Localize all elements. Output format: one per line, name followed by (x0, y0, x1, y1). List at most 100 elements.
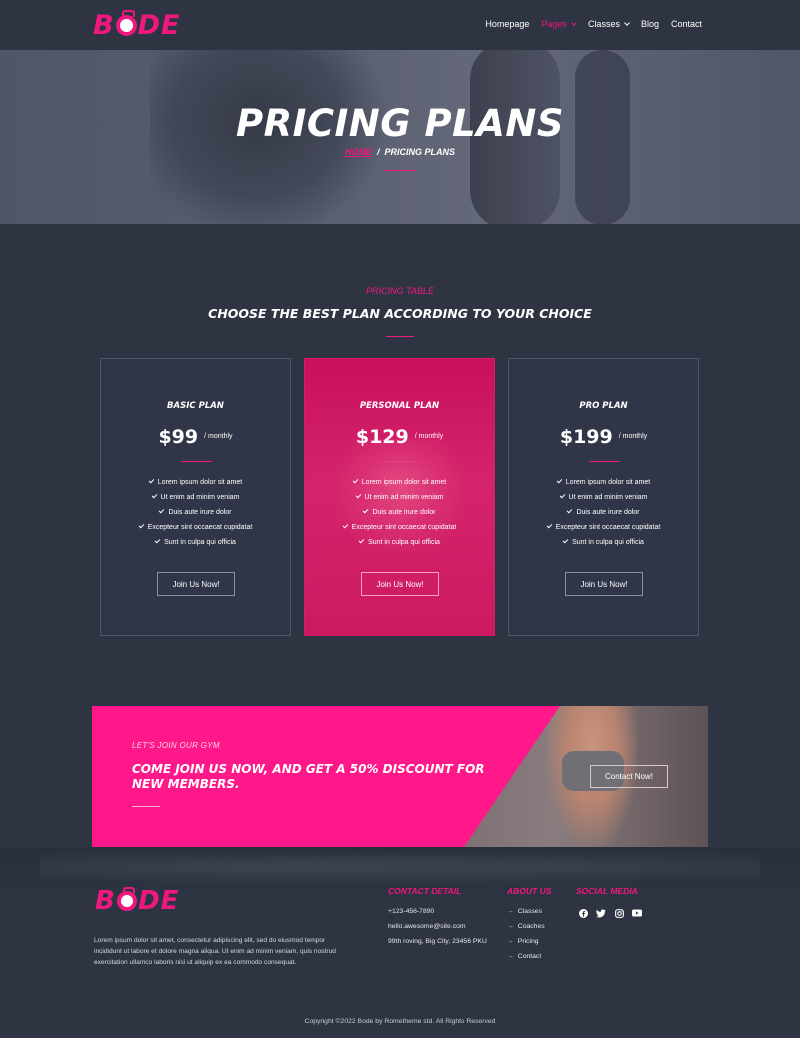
check-icon (352, 477, 359, 484)
feature-item: Ut enim ad minim veniam (101, 492, 290, 508)
menu-item-contact[interactable]: Contact (671, 19, 702, 29)
contact-detail-list: +123-456-7890 hello.awesome@site.com 99t… (388, 906, 487, 951)
feature-text: Ut enim ad minim veniam (568, 494, 648, 501)
check-icon (546, 522, 552, 529)
menu-item-blog[interactable]: Blog (641, 19, 659, 29)
kettlebell-icon (116, 886, 138, 912)
instagram-icon[interactable] (614, 908, 624, 918)
menu-item-pages[interactable]: Pages (541, 19, 577, 29)
twitter-icon[interactable] (596, 908, 606, 918)
contact-detail-heading: CONTACT DETAIL (388, 886, 462, 896)
arrow-right-icon: → (507, 923, 514, 930)
feature-text: Lorem ipsum dolor sit amet (157, 479, 243, 486)
cta-subtitle: LET'S JOIN OUR GYM (132, 741, 220, 750)
plan-name: PRO PLAN (579, 401, 628, 411)
plan-divider (589, 461, 620, 462)
feature-item: Lorem ipsum dolor sit amet (509, 477, 698, 493)
feature-item: Lorem ipsum dolor sit amet (101, 477, 290, 493)
arrow-right-icon: → (507, 953, 514, 960)
menu-label: Contact (670, 19, 702, 29)
check-icon (154, 537, 161, 544)
main-menu: Homepage Pages Classes Blog Contact (485, 19, 702, 29)
copyright-text: Copyright ©2022 Bode by Rometheme std. A… (304, 1018, 496, 1025)
feature-text: Ut enim ad minim veniam (160, 494, 240, 501)
section-title: CHOOSE THE BEST PLAN ACCORDING TO YOUR C… (208, 306, 592, 321)
contact-now-button[interactable]: Contact Now! (590, 765, 668, 788)
menu-item-homepage[interactable]: Homepage (485, 19, 529, 29)
footer-link-coaches[interactable]: → Coaches (507, 921, 545, 936)
join-button[interactable]: Join Us Now! (565, 572, 643, 596)
pricing-card-pro: PRO PLAN $199 / monthly Lorem ipsum dolor… (508, 358, 699, 636)
pricing-card-basic: BASIC PLAN $99 / monthly Lorem ipsum dolo… (100, 358, 291, 636)
youtube-icon[interactable] (632, 908, 642, 918)
feature-item: Lorem ipsum dolor sit amet (305, 477, 494, 493)
link-label: Pricing (517, 938, 539, 945)
footer-link-classes[interactable]: → Classes (507, 906, 545, 921)
check-icon (138, 522, 144, 529)
about-us-links: → Classes → Coaches → Pricing → Contact (507, 906, 545, 966)
plan-divider (181, 461, 212, 462)
plan-divider (385, 461, 416, 462)
check-icon (358, 537, 365, 544)
feature-text: Sunt in culpa qui officia (572, 539, 644, 546)
hero-banner: PRICING PLANS HOME / PRICING PLANS (0, 50, 800, 224)
link-label: Coaches (517, 923, 545, 930)
hero-divider (384, 170, 416, 171)
feature-item: Excepteur sint occaecat cupidatat (305, 522, 494, 538)
footer-link-contact[interactable]: → Contact (507, 951, 545, 966)
check-icon (556, 477, 563, 484)
feature-text: Excepteur sint occaecat cupidatat (351, 524, 457, 531)
footer-logo[interactable]: B DE (95, 886, 179, 916)
feature-item: Duis aute irure dolor (305, 507, 494, 523)
plan-name: PERSONAL PLAN (359, 401, 440, 411)
breadcrumb-current: PRICING PLANS (384, 147, 456, 157)
feature-list: Lorem ipsum dolor sit amet Ut enim ad mi… (101, 477, 290, 553)
kettlebell-icon (115, 10, 137, 37)
feature-text: Duis aute irure dolor (168, 509, 232, 516)
arrow-right-icon: → (507, 908, 514, 915)
footer-link-pricing[interactable]: → Pricing (507, 936, 545, 951)
pricing-card-personal: PERSONAL PLAN $129 / monthly Lorem ipsum … (304, 358, 495, 636)
feature-text: Duis aute irure dolor (576, 509, 640, 516)
site-logo[interactable]: B DE (93, 10, 181, 41)
menu-item-classes[interactable]: Classes (588, 19, 630, 29)
menu-label: Blog (640, 19, 659, 29)
contact-address: 99th roving, Big City, 23456 PKU (388, 938, 487, 945)
feature-list: Lorem ipsum dolor sit amet Ut enim ad mi… (509, 477, 698, 553)
feature-item: Excepteur sint occaecat cupidatat (509, 522, 698, 538)
feature-item: Ut enim ad minim veniam (509, 492, 698, 508)
breadcrumb-home-link[interactable]: HOME (345, 147, 372, 157)
feature-text: Excepteur sint occaecat cupidatat (147, 524, 253, 531)
price-period: / monthly (204, 433, 233, 440)
feature-text: Sunt in culpa qui officia (164, 539, 236, 546)
cta-title: COME JOIN US NOW, AND GET A 50% DISCOUNT… (132, 762, 485, 791)
feature-list: Lorem ipsum dolor sit amet Ut enim ad mi… (305, 477, 494, 553)
menu-label: Homepage (485, 19, 530, 29)
check-icon (562, 537, 569, 544)
feature-item: Duis aute irure dolor (101, 507, 290, 523)
feature-item: Sunt in culpa qui officia (101, 537, 290, 553)
arrow-right-icon: → (507, 938, 514, 945)
check-icon (355, 492, 361, 499)
join-button[interactable]: Join Us Now! (361, 572, 439, 596)
plan-price: $129 / monthly (305, 426, 494, 448)
check-icon (159, 507, 165, 514)
contact-phone[interactable]: +123-456-7890 (388, 906, 487, 921)
feature-text: Lorem ipsum dolor sit amet (361, 479, 447, 486)
price-amount: $99 (158, 426, 199, 448)
cta-divider (132, 806, 160, 807)
breadcrumb-separator: / (376, 147, 380, 157)
feature-item: Sunt in culpa qui officia (509, 537, 698, 553)
feature-item: Duis aute irure dolor (509, 507, 698, 523)
join-button[interactable]: Join Us Now! (157, 572, 235, 596)
check-icon (342, 522, 348, 529)
facebook-icon[interactable] (578, 908, 588, 918)
contact-email[interactable]: hello.awesome@site.com (388, 921, 487, 936)
feature-text: Ut enim ad minim veniam (364, 494, 444, 501)
check-icon (559, 492, 565, 499)
feature-item: Sunt in culpa qui officia (305, 537, 494, 553)
footer-about-text: Lorem ipsum dolor sit amet, consectetur … (94, 937, 336, 966)
cta-banner: LET'S JOIN OUR GYM COME JOIN US NOW, AND… (92, 706, 708, 847)
plan-price: $99 / monthly (101, 426, 290, 448)
feature-text: Lorem ipsum dolor sit amet (565, 479, 651, 486)
